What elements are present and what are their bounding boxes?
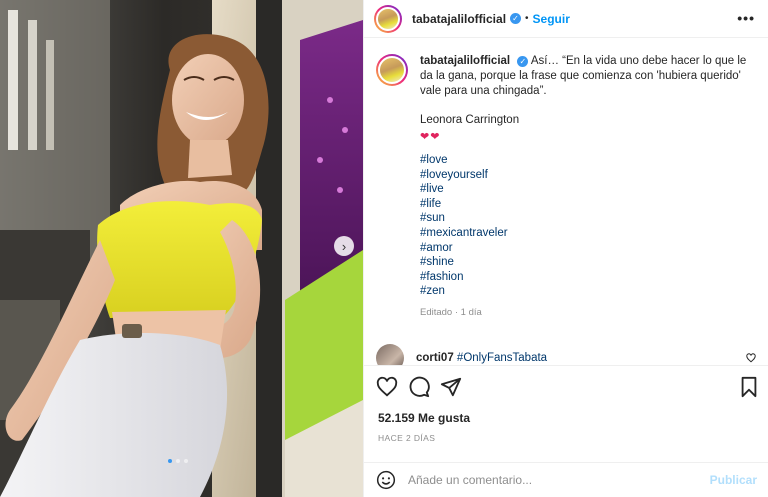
caption-content: tabatajalilofficial ✓ Así… “En la vida u… <box>420 54 755 320</box>
carousel-dot-2 <box>176 459 180 463</box>
hashtag-link[interactable]: #life <box>420 197 755 212</box>
edited-timestamp: Editado · 1 día <box>420 306 482 318</box>
post-header: tabatajalilofficial ✓ • Seguir ••• <box>364 0 768 38</box>
like-heart-icon[interactable] <box>376 376 398 398</box>
caption-body: tabatajalilofficial ✓ Así… “En la vida u… <box>420 54 755 99</box>
hearts-emoji: ❤❤ <box>420 131 441 143</box>
bookmark-icon[interactable] <box>739 376 759 398</box>
add-comment-bar: Publicar <box>364 462 768 497</box>
carousel-dot-3 <box>184 459 188 463</box>
carousel-dot-1 <box>168 459 172 463</box>
comment-text: corti07 #OnlyFansTabata <box>416 352 547 364</box>
post-time-ago[interactable]: HACE 2 DÍAS <box>378 433 435 443</box>
hashtag-link[interactable]: #shine <box>420 255 755 270</box>
caption-verified-icon: ✓ <box>517 56 529 67</box>
more-options-icon[interactable]: ••• <box>737 10 755 26</box>
verified-badge-icon: ✓ <box>510 13 522 24</box>
header-separator: • <box>525 13 529 24</box>
hashtag-link[interactable]: #amor <box>420 241 755 256</box>
photo-illustration <box>0 0 363 497</box>
emoji-picker-icon[interactable] <box>376 470 396 490</box>
hashtag-link[interactable]: #mexicantraveler <box>420 226 755 241</box>
likes-count[interactable]: 52.159 Me gusta <box>378 411 470 425</box>
hashtag-link[interactable]: #live <box>420 182 755 197</box>
share-paper-plane-icon[interactable] <box>440 376 462 398</box>
hashtag-link[interactable]: #sun <box>420 211 755 226</box>
post-side-panel: tabatajalilofficial ✓ • Seguir ••• tabat… <box>363 0 768 497</box>
carousel-next-button[interactable]: › <box>334 236 354 256</box>
instagram-post-modal: › tabatajalilofficial ✓ • Seguir ••• tab… <box>0 0 768 497</box>
publish-button[interactable]: Publicar <box>710 473 757 487</box>
hashtag-link[interactable]: #zen <box>420 284 755 299</box>
commenter-username[interactable]: corti07 <box>416 352 454 364</box>
follow-button[interactable]: Seguir <box>533 12 570 26</box>
commenter-avatar[interactable] <box>376 344 404 365</box>
caption: tabatajalilofficial ✓ Así… “En la vida u… <box>376 54 755 320</box>
comment-bubble-icon[interactable] <box>408 376 430 398</box>
hashtag-link[interactable]: #fashion <box>420 270 755 285</box>
hashtag-list: #love #loveyourself #live #life #sun #me… <box>420 153 755 299</box>
author-username[interactable]: tabatajalilofficial <box>412 12 506 26</box>
caption-username[interactable]: tabatajalilofficial <box>420 55 510 67</box>
comment-hashtag-link[interactable]: #OnlyFansTabata <box>457 352 547 364</box>
comments-section[interactable]: tabatajalilofficial ✓ Así… “En la vida u… <box>364 38 768 365</box>
caption-avatar[interactable] <box>376 54 408 86</box>
action-icons <box>376 376 462 398</box>
hashtag-link[interactable]: #loveyourself <box>420 168 755 183</box>
comment-item: corti07 #OnlyFansTabata <box>376 344 756 365</box>
save-button[interactable] <box>739 376 759 398</box>
comment-like-heart-icon[interactable] <box>746 353 756 363</box>
post-photo[interactable]: › <box>0 0 363 497</box>
hashtag-link[interactable]: #love <box>420 153 755 168</box>
quote-author: Leonora Carrington <box>420 114 520 126</box>
author-avatar[interactable] <box>374 4 402 33</box>
carousel-indicator <box>168 459 188 463</box>
comment-input[interactable] <box>408 473 698 487</box>
post-actions: 52.159 Me gusta HACE 2 DÍAS <box>364 365 768 463</box>
